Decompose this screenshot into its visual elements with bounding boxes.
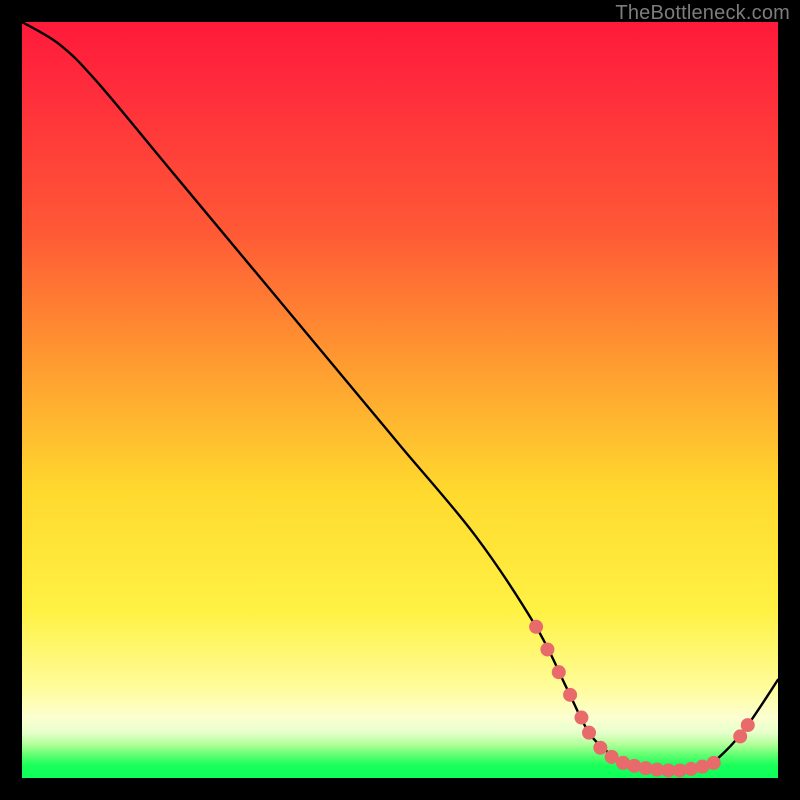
data-marker [741, 718, 755, 732]
data-marker [540, 642, 554, 656]
data-marker [707, 756, 721, 770]
curve-line [22, 22, 778, 770]
curve-markers [529, 620, 755, 778]
data-marker [529, 620, 543, 634]
data-marker [582, 726, 596, 740]
data-marker [574, 711, 588, 725]
data-marker [593, 741, 607, 755]
data-marker [563, 688, 577, 702]
chart-frame: TheBottleneck.com [0, 0, 800, 800]
data-marker [552, 665, 566, 679]
chart-svg [22, 22, 778, 778]
plot-area [22, 22, 778, 778]
